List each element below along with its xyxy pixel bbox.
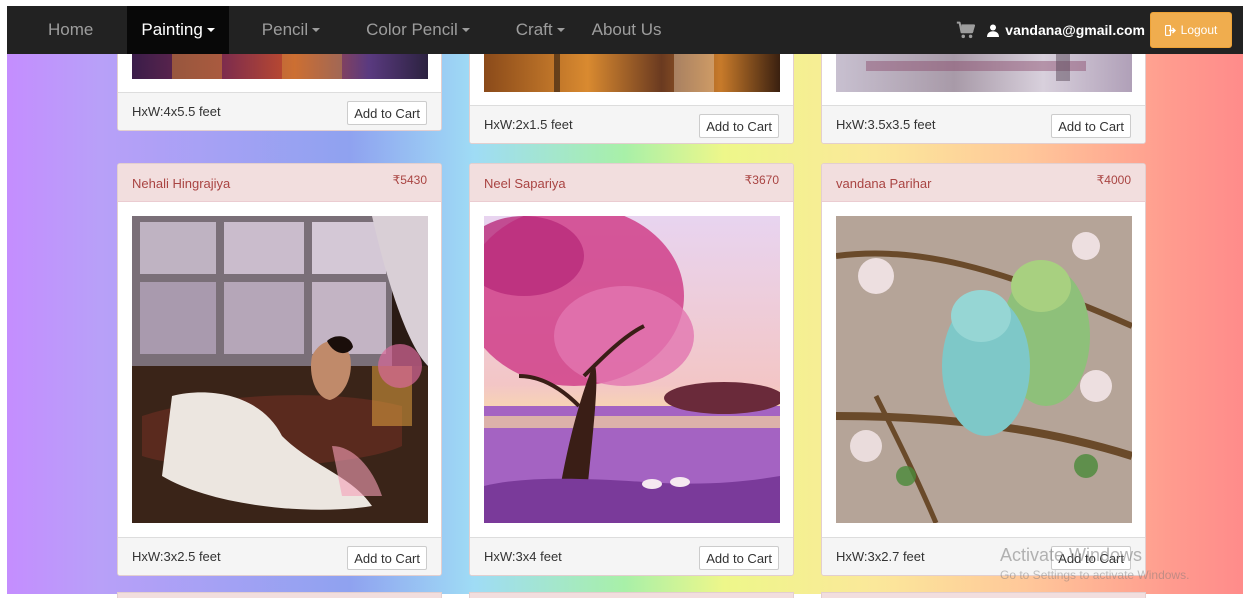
card-footer: HxW:4x5.5 feet Add to Cart [118,92,441,130]
painting-image[interactable] [132,216,428,523]
artist-name: Neel Sapariya [484,176,566,191]
nav-painting[interactable]: Painting [127,6,229,54]
add-to-cart-button[interactable]: Add to Cart [1051,114,1131,138]
caret-down-icon [312,28,321,32]
caret-down-icon [461,28,470,32]
nav-craft[interactable]: Craft [470,6,565,54]
nav-home-label: Home [48,20,94,39]
add-to-cart-button[interactable]: Add to Cart [699,114,779,138]
nav-craft-label: Craft [515,20,553,39]
shopping-cart-icon[interactable] [955,19,977,41]
nav-color-pencil[interactable]: Color Pencil [320,6,470,54]
product-card: vandana Parihar ₹4000 HxW:3x2.7 feet Add… [821,163,1146,576]
nav-about-us-label: About Us [591,20,662,39]
user-account[interactable]: vandana@gmail.com [987,22,1145,38]
card-header: vandana Parihar ₹4000 [822,164,1145,202]
size-label: HxW:4x5.5 feet [132,104,221,119]
card-header: Neel Sapariya ₹3670 [470,164,793,202]
card-header: Nehali Hingrajiya ₹5430 [118,164,441,202]
caret-down-icon [206,28,215,32]
artist-name: Nehali Hingrajiya [132,176,231,191]
product-card-next [117,592,442,598]
nav-about-us[interactable]: About Us [565,6,662,54]
card-footer: HxW:3x2.5 feet Add to Cart [118,537,441,575]
painting-image[interactable] [836,216,1132,523]
price-label: ₹4000 [1096,173,1131,187]
logout-button[interactable]: Logout [1150,12,1232,48]
card-footer: HxW:3x4 feet Add to Cart [470,537,793,575]
logout-icon [1164,24,1176,36]
size-label: HxW:3.5x3.5 feet [836,117,936,132]
product-card: Nehali Hingrajiya ₹5430 HxW:3x2.5 feet A… [117,163,442,576]
frame-left [0,0,7,598]
top-navbar: Home Painting Pencil Color Pencil Craft … [7,6,1243,54]
size-label: HxW:3x2.7 feet [836,549,925,564]
nav-home[interactable]: Home [7,6,127,54]
product-card-next [821,592,1146,598]
nav-painting-label: Painting [141,20,203,39]
nav-right: vandana@gmail.com Logout [955,6,1243,54]
activate-windows-subtitle: Go to Settings to activate Windows. [1000,568,1190,582]
size-label: HxW:3x4 feet [484,549,562,564]
size-label: HxW:2x1.5 feet [484,117,573,132]
activate-windows-title: Activate Windows [1000,545,1143,565]
nav-pencil[interactable]: Pencil [229,6,321,54]
product-card-next [469,592,794,598]
user-icon [987,24,1000,37]
price-label: ₹5430 [392,173,427,187]
card-footer: HxW:3.5x3.5 feet Add to Cart [822,105,1145,143]
add-to-cart-button[interactable]: Add to Cart [699,546,779,570]
nav-pencil-label: Pencil [261,20,309,39]
frame-right [1243,0,1249,598]
add-to-cart-button[interactable]: Add to Cart [347,101,427,125]
product-card: Neel Sapariya ₹3670 HxW:3x4 feet Add to [469,163,794,576]
price-label: ₹3670 [744,173,779,187]
logout-label: Logout [1180,23,1218,37]
size-label: HxW:3x2.5 feet [132,549,221,564]
add-to-cart-button[interactable]: Add to Cart [347,546,427,570]
caret-down-icon [556,28,565,32]
card-footer: HxW:2x1.5 feet Add to Cart [470,105,793,143]
artist-name: vandana Parihar [836,176,932,191]
user-email-label: vandana@gmail.com [1005,22,1145,38]
painting-image[interactable] [484,216,780,523]
nav-color-pencil-label: Color Pencil [366,20,458,39]
